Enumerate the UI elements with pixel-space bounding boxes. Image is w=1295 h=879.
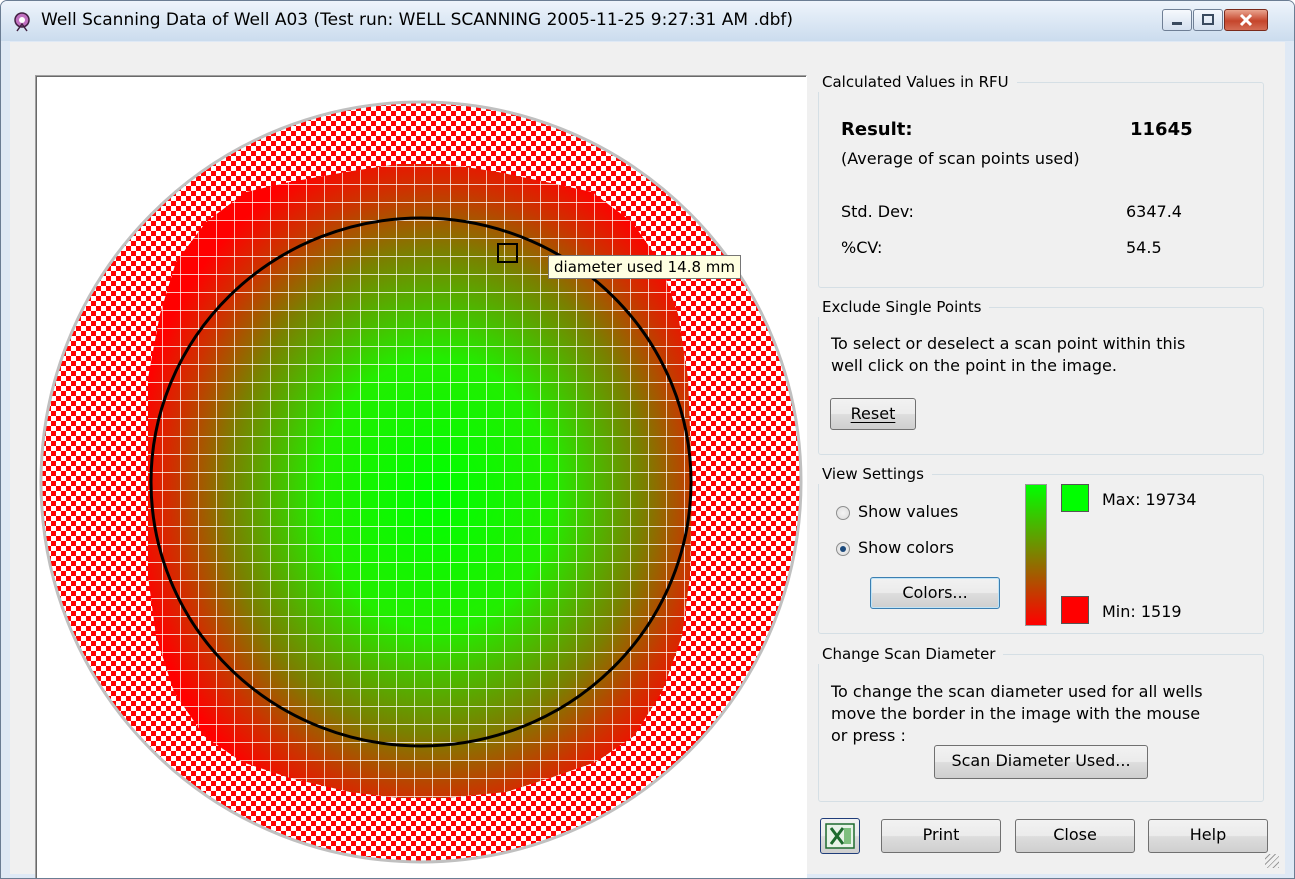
diameter-instructions-line1: To change the scan diameter used for all… [831, 682, 1203, 701]
exclude-instructions-line1: To select or deselect a scan point withi… [831, 334, 1186, 353]
calculated-values-legend: Calculated Values in RFU [814, 72, 1017, 92]
maximize-button[interactable] [1193, 9, 1223, 31]
result-label: Result: [841, 119, 913, 140]
scan-image-panel[interactable]: diameter used 14.8 mm [35, 75, 807, 879]
result-note: (Average of scan points used) [841, 149, 1080, 168]
well-scan-app-icon [14, 12, 30, 32]
excel-export-icon [825, 823, 855, 849]
excel-export-button[interactable] [820, 818, 860, 854]
window-title: Well Scanning Data of Well A03 (Test run… [41, 10, 794, 30]
std-dev-label: Std. Dev: [841, 202, 914, 221]
std-dev-value: 6347.4 [1126, 202, 1182, 221]
help-button[interactable]: Help [1148, 819, 1268, 853]
max-value-label: Max: 19734 [1102, 490, 1197, 509]
title-bar[interactable]: Well Scanning Data of Well A03 (Test run… [1, 1, 1294, 41]
show-colors-radio[interactable] [836, 542, 850, 556]
min-value-label: Min: 1519 [1102, 602, 1182, 621]
exclude-instructions-line2: well click on the point in the image. [831, 356, 1117, 375]
show-values-label[interactable]: Show values [858, 502, 958, 521]
diameter-instructions-line2: move the border in the image with the mo… [831, 704, 1201, 723]
show-values-radio[interactable] [836, 506, 850, 520]
cv-label: %CV: [841, 238, 883, 257]
close-icon [1239, 13, 1253, 27]
maximize-icon [1202, 14, 1214, 25]
diameter-instructions-line3: or press : [831, 726, 906, 745]
radio-selected-dot [840, 546, 846, 552]
exclude-points-group [818, 307, 1264, 455]
reset-button[interactable]: Reset [830, 398, 916, 430]
color-scale-bar [1025, 484, 1047, 626]
change-diameter-legend: Change Scan Diameter [814, 644, 1004, 664]
close-window-button[interactable] [1224, 9, 1268, 31]
max-color-swatch [1061, 484, 1089, 512]
calculated-values-group [818, 82, 1264, 288]
show-colors-label[interactable]: Show colors [858, 538, 954, 557]
view-settings-legend: View Settings [814, 464, 932, 484]
minimize-button[interactable] [1162, 9, 1192, 31]
colors-button[interactable]: Colors... [870, 577, 1000, 609]
minimize-icon [1172, 22, 1182, 25]
cv-value: 54.5 [1126, 238, 1162, 257]
diameter-tooltip: diameter used 14.8 mm [548, 255, 741, 279]
dialog-client-area: diameter used 14.8 mm Calculated Values … [10, 42, 1285, 878]
exclude-points-legend: Exclude Single Points [814, 297, 990, 317]
close-button[interactable]: Close [1015, 819, 1135, 853]
scan-diameter-used-button[interactable]: Scan Diameter Used... [934, 745, 1148, 779]
well-scan-image[interactable] [36, 76, 806, 879]
well-scanning-window: Well Scanning Data of Well A03 (Test run… [0, 0, 1295, 879]
min-color-swatch [1061, 596, 1089, 624]
print-button[interactable]: Print [881, 819, 1001, 853]
resize-grip-icon[interactable] [1265, 854, 1279, 868]
result-value: 11645 [1130, 119, 1193, 140]
